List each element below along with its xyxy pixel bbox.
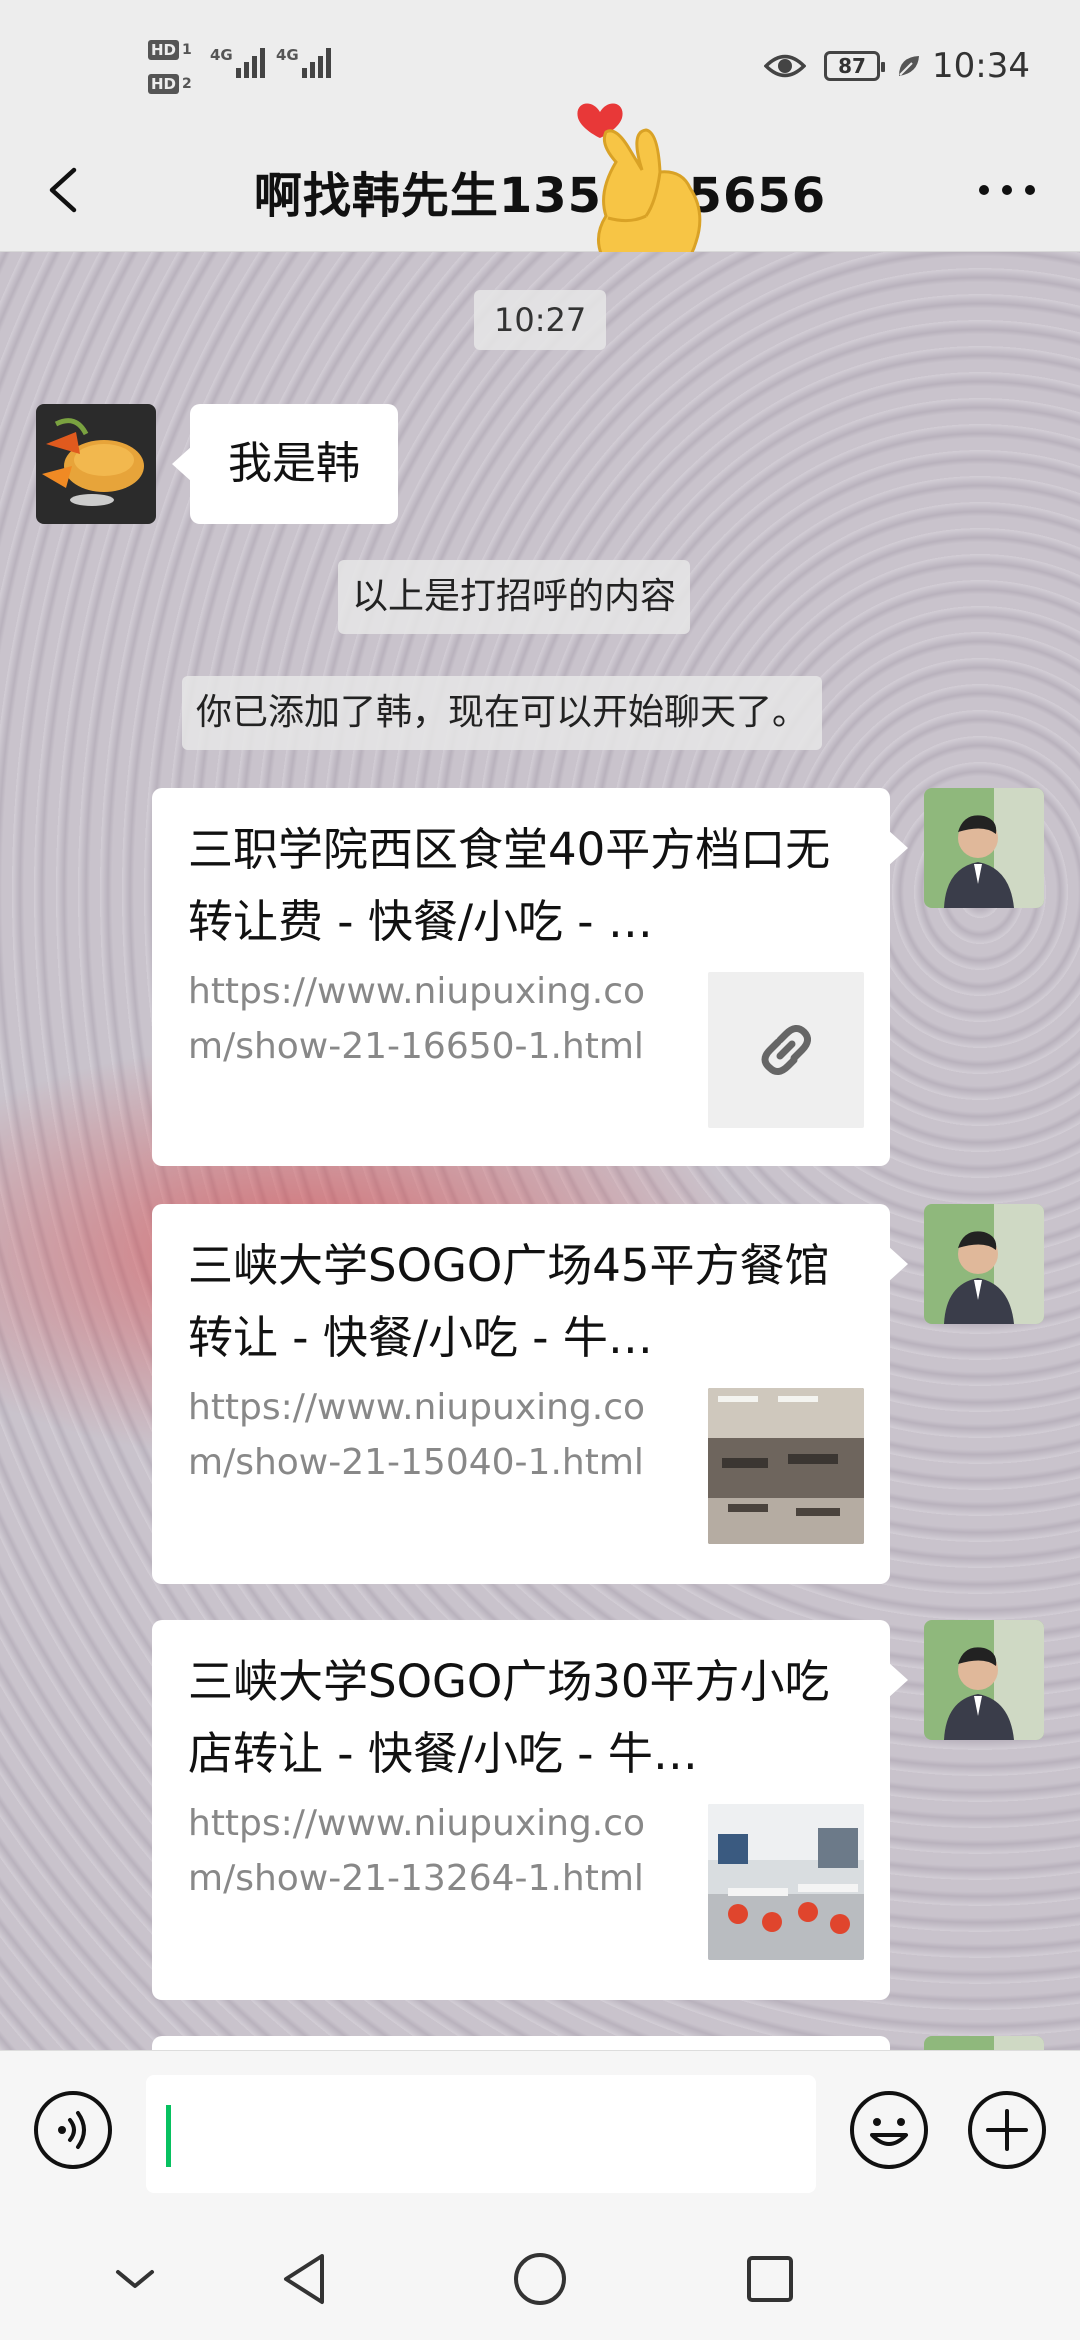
more-functions-button[interactable] <box>966 2089 1048 2171</box>
link-card-thumbnail <box>708 972 864 1128</box>
snack-shop-photo <box>708 1804 864 1960</box>
eye-comfort-icon <box>764 54 807 78</box>
status-time: 10:34 <box>932 46 1030 86</box>
message-text-input[interactable] <box>146 2075 816 2193</box>
voice-button[interactable] <box>32 2089 114 2171</box>
person-avatar-image <box>924 1620 1044 1740</box>
system-message: 你已添加了韩，现在可以开始聊天了。 <box>182 676 823 750</box>
person-avatar-image <box>924 1204 1044 1324</box>
sim-2-indicator: HD 2 <box>148 70 192 98</box>
my-avatar[interactable] <box>924 1204 1044 1324</box>
link-card[interactable]: 三峡大学SOGO广场45平方餐馆转让 - 快餐/小吃 - 牛… https://… <box>152 1204 908 1584</box>
chevron-left-icon <box>49 167 77 213</box>
link-card-partial[interactable] <box>152 2036 890 2050</box>
my-avatar[interactable] <box>924 788 1044 908</box>
back-button[interactable] <box>34 160 94 220</box>
nav-recent-icon <box>747 2256 793 2302</box>
emoji-button[interactable] <box>848 2089 930 2171</box>
my-avatar[interactable] <box>924 2036 1044 2050</box>
network-type: 4G <box>276 46 299 64</box>
hd-badge: HD <box>148 74 180 94</box>
leaf-icon <box>899 56 920 76</box>
sim-1-indicator: HD 1 <box>148 36 192 64</box>
contact-avatar[interactable] <box>36 404 156 524</box>
network-type: 4G <box>210 46 233 64</box>
food-avatar-image <box>36 404 156 524</box>
link-card[interactable]: 三职学院西区食堂40平方档口无转让费 - 快餐/小吃 - … https://w… <box>152 788 908 1166</box>
restaurant-photo <box>708 1388 864 1544</box>
link-card-title: 三职学院西区食堂40平方档口无转让费 - 快餐/小吃 - … <box>188 823 831 948</box>
hd-badge: HD <box>148 40 180 60</box>
plus-icon <box>968 2091 1046 2169</box>
system-navigation-bar <box>0 2216 1080 2340</box>
chat-title: 啊找韩先生135 835656 <box>253 167 827 224</box>
link-card[interactable]: 三峡大学SOGO广场30平方小吃店转让 - 快餐/小吃 - 牛… https:/… <box>152 1620 908 2000</box>
my-avatar[interactable] <box>924 1620 1044 1740</box>
battery-icon: 87 <box>824 51 886 81</box>
nav-recent-button[interactable] <box>735 2244 805 2314</box>
system-message: 以上是打招呼的内容 <box>338 560 691 634</box>
person-avatar-image <box>924 2036 1044 2050</box>
sim-index: 2 <box>182 76 192 92</box>
incoming-message-bubble[interactable]: 我是韩 <box>172 404 398 524</box>
link-card-title: 三峡大学SOGO广场45平方餐馆转让 - 快餐/小吃 - 牛… <box>188 1239 830 1364</box>
message-timestamp: 10:27 <box>474 290 607 350</box>
person-avatar-image <box>924 788 1044 908</box>
chat-header: 啊找韩先生135 835656 <box>0 130 1080 252</box>
sim-index: 1 <box>182 42 192 58</box>
message-input-bar <box>0 2050 1080 2216</box>
more-options-button[interactable] <box>972 160 1042 220</box>
emoji-icon <box>850 2091 928 2169</box>
sim-indicators: HD 1 HD 2 <box>148 36 192 104</box>
status-bar: HD 1 HD 2 4G 4G 87 10:34 <box>0 0 1080 130</box>
nav-collapse-icon <box>116 2270 154 2288</box>
link-card-url: https://www.niupuxing.com/show-21-13264-… <box>188 1803 646 1899</box>
nav-collapse-button[interactable] <box>100 2244 170 2314</box>
nav-back-icon <box>284 2254 324 2304</box>
link-card-url: https://www.niupuxing.com/show-21-15040-… <box>188 1387 646 1483</box>
text-caret <box>166 2105 171 2167</box>
more-dots-icon <box>979 185 1035 195</box>
nav-back-button[interactable] <box>272 2244 342 2314</box>
voice-icon <box>34 2091 112 2169</box>
link-card-title: 三峡大学SOGO广场30平方小吃店转让 - 快餐/小吃 - 牛… <box>188 1655 830 1780</box>
chat-message-list[interactable]: 10:27 我是韩 以上是打招呼的内容 你已添加了韩，现在可以开始聊天了。 三职… <box>0 252 1080 2050</box>
link-icon <box>761 1025 811 1075</box>
nav-home-button[interactable] <box>505 2244 575 2314</box>
status-right-group: 87 10:34 <box>764 40 1030 92</box>
nav-home-icon <box>514 2253 566 2305</box>
link-card-url: https://www.niupuxing.com/show-21-16650-… <box>188 971 646 1067</box>
signal-1-icon: 4G <box>210 44 268 78</box>
signal-2-icon: 4G <box>276 44 334 78</box>
